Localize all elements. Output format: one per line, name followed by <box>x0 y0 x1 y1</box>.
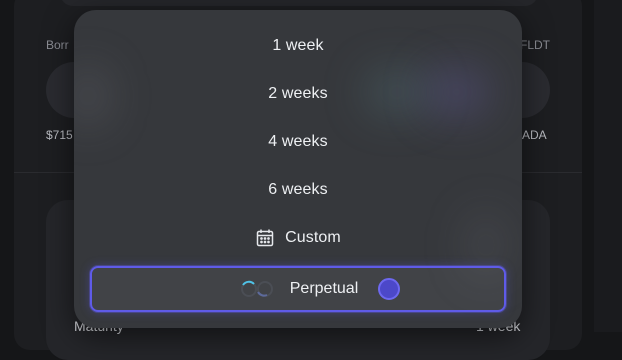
option-1-week[interactable]: 1 week <box>74 22 522 70</box>
option-perpetual[interactable]: Perpetual <box>90 266 506 312</box>
token-label: FLDT <box>520 38 550 52</box>
infinity-icon <box>238 279 276 299</box>
selected-radio-indicator[interactable] <box>378 278 400 300</box>
option-2-weeks[interactable]: 2 weeks <box>74 70 522 118</box>
calendar-icon <box>255 228 275 248</box>
ada-unit-label: ADA <box>522 128 547 142</box>
option-label: 2 weeks <box>268 85 328 102</box>
option-label: 6 weeks <box>268 181 328 198</box>
option-label: 1 week <box>272 37 324 54</box>
option-4-weeks[interactable]: 4 weeks <box>74 118 522 166</box>
option-label: Custom <box>285 229 341 246</box>
option-6-weeks[interactable]: 6 weeks <box>74 166 522 214</box>
background-right-strip <box>594 0 622 332</box>
borrow-usd-value: $715 <box>46 128 73 142</box>
duration-dropdown: 1 week 2 weeks 4 weeks 6 weeks Custom Pe… <box>74 10 522 328</box>
background-top-card <box>60 0 538 6</box>
option-label: 4 weeks <box>268 133 328 150</box>
borrow-label: Borr <box>46 38 69 52</box>
option-custom[interactable]: Custom <box>74 214 522 262</box>
option-label: Perpetual <box>289 280 359 297</box>
